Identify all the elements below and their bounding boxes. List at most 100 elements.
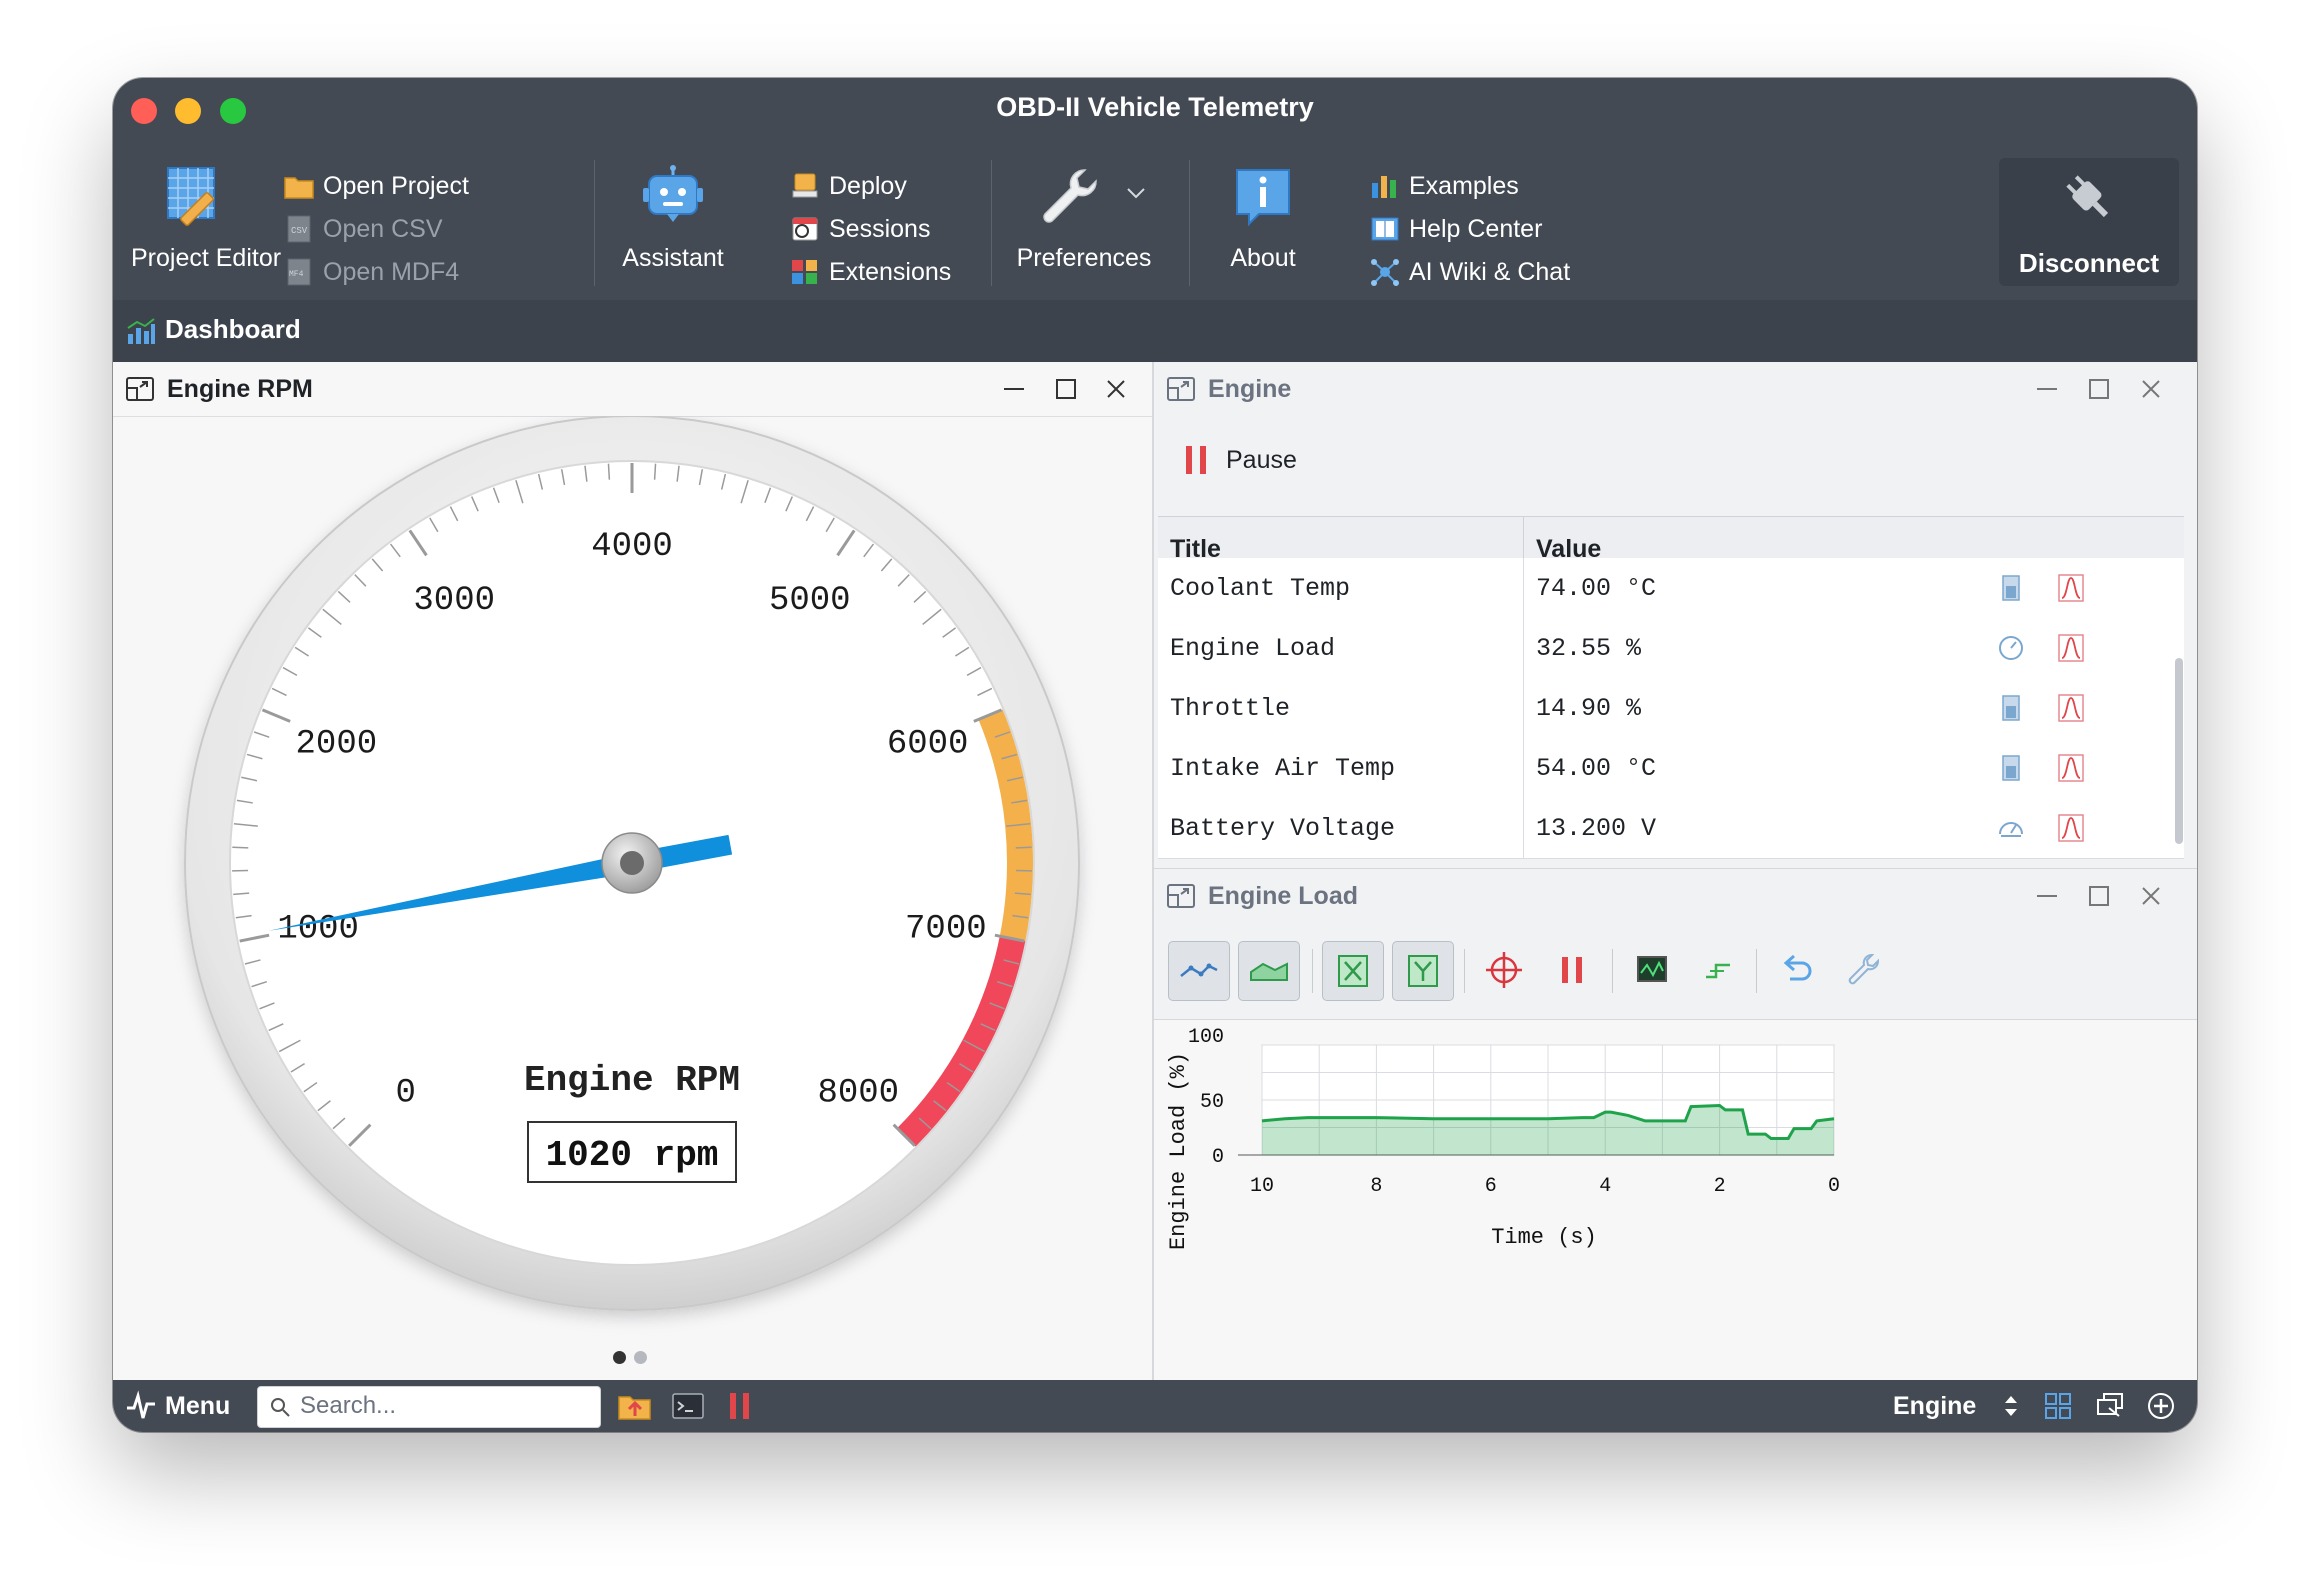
plot-icon[interactable] — [2056, 752, 2086, 784]
gauge-tick — [232, 846, 249, 849]
rpm-gauge: 010002000300040005000600070008000 Engine… — [184, 416, 1080, 1311]
minimize-icon[interactable] — [1001, 376, 1027, 402]
chart-settings-button[interactable] — [1832, 941, 1892, 999]
engine-rpm-pane-title: Engine RPM — [167, 374, 313, 403]
window-pane-icon — [1167, 884, 1195, 908]
pause-icon — [1186, 446, 1206, 474]
minimize-icon[interactable] — [2034, 883, 2060, 909]
ai-wiki-button[interactable]: AI Wiki & Chat — [1369, 254, 1570, 290]
area-mode-button[interactable] — [1238, 941, 1300, 1001]
x-tick-label: 4 — [1599, 1175, 1611, 1198]
table-row[interactable]: Throttle 14.90 % — [1158, 678, 2184, 739]
close-icon[interactable] — [2138, 376, 2164, 402]
updown-chevron-icon[interactable] — [2001, 1391, 2021, 1421]
open-mdf4-button[interactable]: MF4 Open MDF4 — [283, 254, 459, 290]
y-tick-label: 50 — [1200, 1091, 1224, 1114]
column-divider — [1523, 738, 1524, 798]
app-window: OBD-II Vehicle Telemetry Project Editor … — [113, 78, 2197, 1432]
menu-button[interactable]: Menu — [165, 1392, 230, 1421]
deploy-button[interactable]: Deploy — [789, 168, 907, 204]
column-divider — [1523, 798, 1524, 858]
gauge-tick — [653, 463, 657, 480]
gauge-icon[interactable] — [1996, 632, 2026, 664]
step-interpolation-button[interactable] — [1688, 941, 1748, 999]
x-axis-label: Time (s) — [1491, 1225, 1597, 1250]
add-circle-icon[interactable] — [2145, 1390, 2177, 1422]
row-title: Coolant Temp — [1170, 574, 1351, 603]
row-title: Throttle — [1170, 694, 1291, 723]
reset-zoom-button[interactable] — [1766, 941, 1826, 999]
engine-load-chart: 10 8 6 4 2 0 100 50 0 Time (s) Engine Load (%) — [1166, 1026, 1840, 1250]
workspace-selector[interactable]: Engine — [1893, 1392, 1976, 1421]
table-row[interactable]: Coolant Temp 74.00 °C — [1158, 558, 2184, 619]
y-axis-icon — [1408, 955, 1438, 987]
oscilloscope-icon — [1637, 956, 1667, 982]
preferences-button[interactable]: Preferences — [1009, 156, 1159, 286]
gauge-tick-label: 6000 — [887, 726, 969, 764]
maximize-icon[interactable] — [2086, 376, 2112, 402]
meter-icon[interactable] — [1996, 812, 2026, 844]
extensions-button[interactable]: Extensions — [789, 254, 951, 290]
x-axis-toggle-button[interactable] — [1322, 941, 1384, 1001]
crosshair-button[interactable] — [1474, 941, 1534, 999]
windows-icon[interactable] — [2095, 1391, 2125, 1421]
sessions-label: Sessions — [829, 214, 931, 243]
gauge-tick-label: 7000 — [905, 910, 987, 948]
maximize-icon[interactable] — [2086, 883, 2112, 909]
page-dot[interactable] — [634, 1351, 647, 1364]
preferences-label: Preferences — [1016, 244, 1152, 272]
window-pane-icon — [1167, 377, 1195, 401]
bar-icon[interactable] — [1996, 572, 2026, 604]
open-csv-button[interactable]: CSV Open CSV — [283, 211, 443, 247]
maximize-icon[interactable] — [1053, 376, 1079, 402]
y-axis-toggle-button[interactable] — [1392, 941, 1454, 1001]
engine-rpm-pane-header: Engine RPM — [125, 362, 313, 416]
column-divider — [1523, 618, 1524, 678]
help-center-button[interactable]: Help Center — [1369, 211, 1542, 247]
search-input[interactable] — [300, 1391, 590, 1421]
robot-icon — [643, 165, 703, 222]
table-row[interactable]: Battery Voltage 13.200 V — [1158, 798, 2184, 859]
tile-layout-icon[interactable] — [2043, 1391, 2073, 1421]
gauge-hub-center — [620, 851, 644, 875]
rpm-readout: 1020 rpm — [546, 1135, 719, 1176]
bar-icon[interactable] — [1996, 692, 2026, 724]
bar-icon[interactable] — [1996, 752, 2026, 784]
plot-icon[interactable] — [2056, 692, 2086, 724]
open-folder-icon[interactable] — [617, 1390, 653, 1422]
close-icon[interactable] — [1103, 376, 1129, 402]
table-scrollbar[interactable] — [2175, 658, 2183, 844]
page-dot[interactable] — [613, 1351, 626, 1364]
dashboard-title: Dashboard — [165, 314, 301, 344]
line-chart-icon — [1180, 963, 1218, 977]
plug-icon — [2066, 175, 2109, 218]
plot-icon[interactable] — [2056, 632, 2086, 664]
close-icon[interactable] — [2138, 883, 2164, 909]
table-row[interactable]: Engine Load 32.55 % — [1158, 618, 2184, 679]
pause-chart-button[interactable] — [1542, 941, 1602, 999]
column-divider — [1523, 558, 1524, 618]
about-button[interactable]: About — [1213, 156, 1313, 286]
minimize-icon[interactable] — [2034, 376, 2060, 402]
bottom-bar: Menu Engine — [113, 1380, 2197, 1432]
disconnect-button[interactable]: Disconnect — [1999, 158, 2179, 286]
examples-button[interactable]: Examples — [1369, 168, 1519, 204]
table-row[interactable]: Intake Air Temp 54.00 °C — [1158, 738, 2184, 799]
svg-text:CSV: CSV — [291, 226, 308, 236]
oscilloscope-button[interactable] — [1622, 941, 1682, 999]
chevron-down-icon[interactable] — [1125, 186, 1147, 200]
row-title: Intake Air Temp — [1170, 754, 1396, 783]
sessions-button[interactable]: Sessions — [789, 211, 930, 247]
project-editor-button[interactable]: Project Editor — [131, 156, 281, 286]
line-mode-button[interactable] — [1168, 941, 1230, 1001]
plot-icon[interactable] — [2056, 812, 2086, 844]
x-tick-label: 0 — [1828, 1175, 1840, 1198]
pause-icon[interactable] — [725, 1391, 755, 1421]
assistant-button[interactable]: Assistant — [613, 156, 733, 286]
wrench-icon — [1848, 954, 1879, 985]
plot-icon[interactable] — [2056, 572, 2086, 604]
open-project-button[interactable]: Open Project — [283, 168, 469, 204]
book-icon — [1371, 217, 1399, 241]
console-icon[interactable] — [671, 1391, 705, 1421]
pause-button[interactable]: Pause — [1182, 444, 1297, 476]
